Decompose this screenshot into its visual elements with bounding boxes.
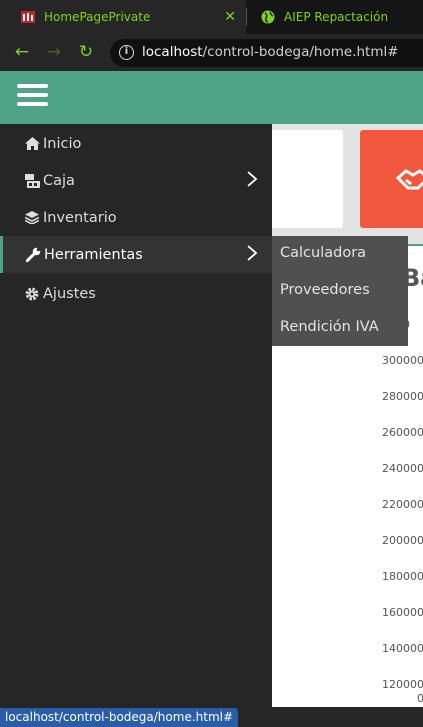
y-tick-label: 220000 [382, 498, 423, 511]
forward-arrow-icon[interactable]: → [44, 42, 64, 62]
sidebar-item-label: Caja [43, 172, 75, 189]
sidebar-item-label: Inicio [43, 135, 82, 152]
browser-tab-bar: HomePagePrivate ✕ AIEP Repactación [0, 0, 423, 34]
tab-aiep-repactacion[interactable]: AIEP Repactación [247, 0, 423, 34]
chevron-right-icon [246, 171, 258, 191]
app-header [0, 71, 423, 124]
y-tick-label: 120000 [382, 678, 423, 691]
y-tick-label: 140000 [382, 642, 423, 655]
tab-title: AIEP Repactación [284, 10, 389, 24]
submenu-item-proveedores[interactable]: Proveedores [280, 282, 370, 298]
browser-nav-bar: ← → ↻ i localhost/control-bodega/home.ht… [0, 34, 423, 71]
reload-icon[interactable]: ↻ [76, 42, 96, 62]
y-tick-label: 200000 [382, 534, 423, 547]
y-tick-label: 0 [417, 692, 423, 705]
hamburger-line [17, 102, 48, 106]
summary-card-red [360, 130, 423, 228]
sidebar-item-caja[interactable]: Caja [0, 162, 272, 199]
chevron-right-icon [246, 245, 258, 265]
globe-icon [260, 9, 276, 25]
sidebar-item-label: Inventario [43, 209, 117, 226]
y-tick-label: 280000 [382, 390, 423, 403]
wrench-icon [25, 247, 41, 262]
herramientas-submenu: Calculadora Proveedores Rendición IVA [272, 236, 408, 346]
y-tick-label: 260000 [382, 426, 423, 439]
y-tick-label: 180000 [382, 570, 423, 583]
tab-homepageprivate[interactable]: HomePagePrivate ✕ [0, 0, 246, 34]
y-tick-label: 160000 [382, 606, 423, 619]
layers-icon [24, 211, 40, 224]
sidebar-item-ajustes[interactable]: Ajustes [0, 275, 272, 312]
red-app-icon [20, 9, 36, 25]
sidebar-item-label: Herramientas [44, 246, 143, 263]
cash-icon [24, 173, 40, 188]
url-text: localhost/control-bodega/home.html# [142, 44, 399, 60]
home-icon [24, 137, 40, 150]
sidebar-item-label: Ajustes [43, 285, 96, 302]
y-tick-label: 300000 [382, 354, 423, 367]
url-host: localhost [142, 44, 203, 60]
url-path: /control-bodega/home.html# [202, 44, 399, 60]
submenu-item-calculadora[interactable]: Calculadora [280, 245, 366, 261]
summary-card [262, 130, 343, 228]
handshake-icon [395, 162, 423, 204]
hamburger-line [17, 93, 48, 97]
close-icon[interactable]: ✕ [224, 9, 236, 25]
gear-icon [24, 287, 40, 301]
status-url: localhost/control-bodega/home.html# [0, 708, 239, 727]
tab-title: HomePagePrivate [44, 10, 151, 24]
submenu-item-rendicion-iva[interactable]: Rendición IVA [280, 319, 379, 335]
sidebar-item-herramientas[interactable]: Herramientas [0, 236, 272, 273]
back-arrow-icon[interactable]: ← [12, 42, 32, 62]
browser-status-bar: localhost/control-bodega/home.html# [0, 707, 423, 727]
address-bar[interactable]: i localhost/control-bodega/home.html# [110, 39, 423, 67]
sidebar-item-inventario[interactable]: Inventario [0, 199, 272, 236]
sidebar: Inicio Caja Inventario Herramientas Ajus… [0, 124, 272, 727]
y-tick-label: 240000 [382, 462, 423, 475]
hamburger-line [17, 84, 48, 88]
hamburger-menu-icon[interactable] [17, 84, 48, 108]
info-icon[interactable]: i [119, 45, 134, 60]
sidebar-item-inicio[interactable]: Inicio [0, 125, 272, 162]
